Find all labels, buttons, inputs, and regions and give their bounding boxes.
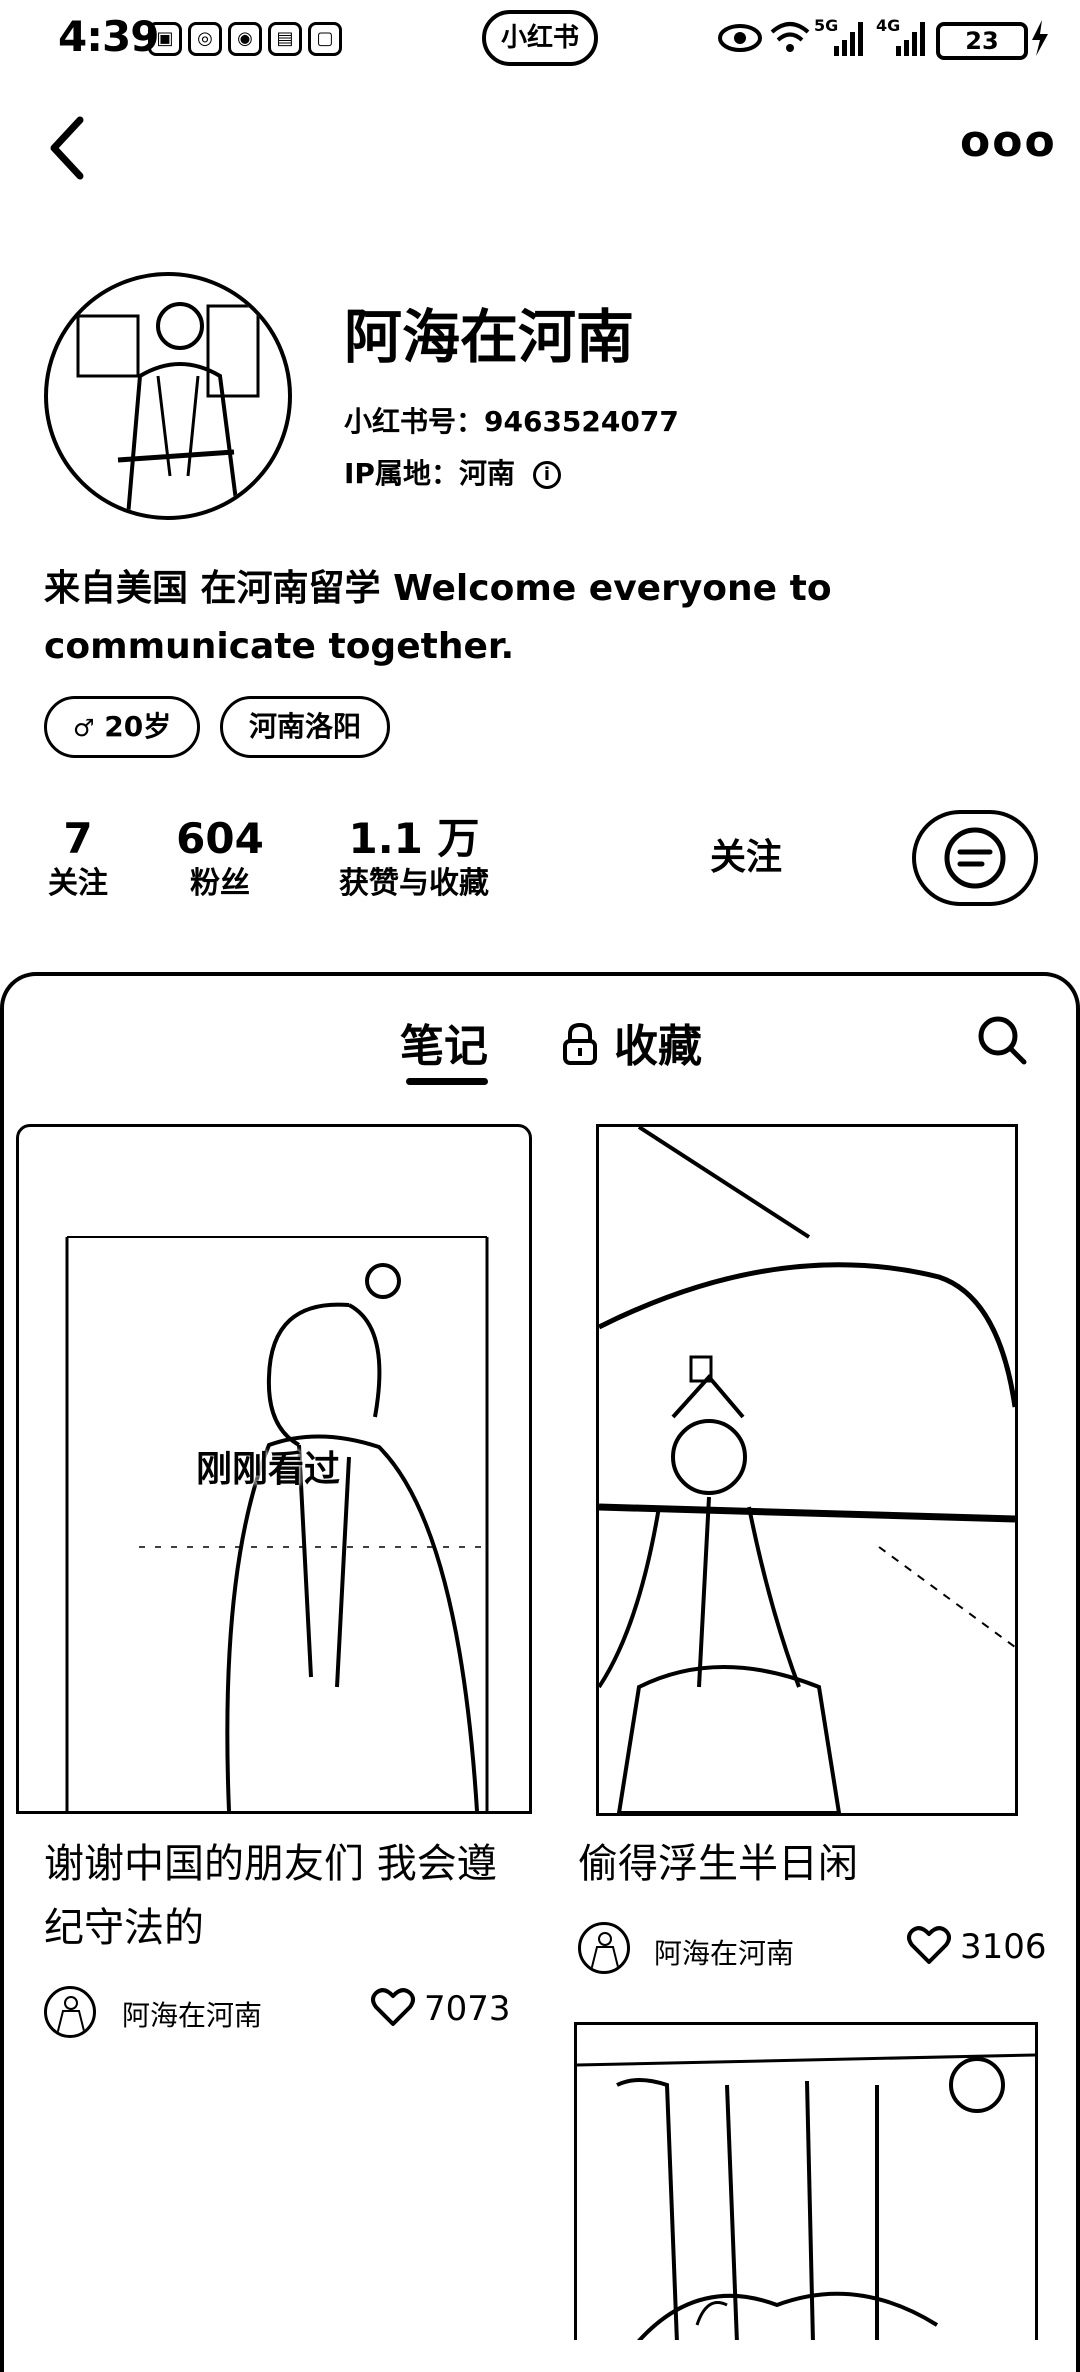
signal-icon xyxy=(832,18,868,62)
location-tag: 河南洛阳 xyxy=(220,696,391,758)
notification-icon: ▣ xyxy=(148,22,182,56)
back-button[interactable] xyxy=(40,108,100,188)
note-cover-image[interactable] xyxy=(596,1124,1018,1816)
ip-location: IP属地：河南 i xyxy=(344,452,561,492)
tab-active-indicator xyxy=(406,1078,488,1085)
stat-following[interactable]: 7 关注 xyxy=(34,814,122,904)
app-indicator: 小红书 xyxy=(482,10,598,66)
note-cover-image[interactable] xyxy=(574,2022,1038,2340)
note-title[interactable]: 偷得浮生半日闲 xyxy=(578,1832,1018,1896)
note-title[interactable]: 谢谢中国的朋友们 我会遵纪守法的 xyxy=(44,1832,504,1960)
battery-indicator: 23 xyxy=(936,22,1028,60)
wifi-icon xyxy=(768,16,812,64)
author-avatar[interactable] xyxy=(578,1922,630,1974)
more-options-button[interactable]: ooo xyxy=(960,120,1055,170)
stat-value: 604 xyxy=(176,814,264,863)
chat-icon xyxy=(944,827,1006,889)
notification-icon: ▢ xyxy=(308,22,342,56)
author-avatar[interactable] xyxy=(44,1986,96,2038)
gender-icon: ♂ xyxy=(73,714,95,742)
info-icon[interactable]: i xyxy=(532,461,561,489)
stat-label: 粉丝 xyxy=(190,866,250,901)
location-tag-label: 河南洛阳 xyxy=(249,710,362,743)
eye-icon xyxy=(716,18,764,62)
like-count[interactable]: 3106 xyxy=(906,1924,1047,1967)
stat-label: 关注 xyxy=(48,866,108,901)
stat-value: 1.1 万 xyxy=(348,814,480,863)
avatar[interactable] xyxy=(44,272,292,520)
author-name[interactable]: 阿海在河南 xyxy=(654,1932,794,1972)
author-name[interactable]: 阿海在河南 xyxy=(122,1994,262,2034)
message-button[interactable] xyxy=(912,810,1038,906)
age-tag: ♂ 20岁 xyxy=(44,696,201,758)
notification-icon: ◉ xyxy=(228,22,262,56)
tab-collections-label: 收藏 xyxy=(614,1021,702,1072)
profile-id: 小红书号：9463524077 xyxy=(344,405,679,438)
heart-icon xyxy=(907,1926,951,1964)
ip-location-text: IP属地：河南 xyxy=(344,457,515,490)
notification-icon: ◎ xyxy=(188,22,222,56)
follow-button[interactable]: 关注 xyxy=(656,818,836,898)
stat-followers[interactable]: 604 粉丝 xyxy=(170,814,270,904)
signal-icon xyxy=(894,18,930,62)
stat-label: 获赞与收藏 xyxy=(339,866,489,901)
tab-notes[interactable]: 笔记 xyxy=(400,1010,488,1074)
status-bar: 4:39 ▣ ◎ ◉ ▤ ▢ 小红书 5G 4G 23 xyxy=(0,0,1080,80)
stat-likes-collections[interactable]: 1.1 万 获赞与收藏 xyxy=(324,814,504,904)
like-count-value: 3106 xyxy=(960,1927,1047,1967)
age-tag-label: 20岁 xyxy=(104,710,172,743)
status-time: 4:39 xyxy=(58,12,159,61)
stat-value: 7 xyxy=(63,814,93,863)
profile-bio: 来自美国 在河南留学 Welcome everyone to communica… xyxy=(44,568,832,667)
heart-icon xyxy=(371,1988,415,2026)
search-icon xyxy=(978,1016,1027,1065)
tab-collections[interactable]: 收藏 xyxy=(560,1010,702,1074)
like-count-value: 7073 xyxy=(424,1989,511,2029)
charging-icon xyxy=(1030,18,1050,62)
lock-icon xyxy=(563,1022,597,1065)
like-count[interactable]: 7073 xyxy=(370,1986,511,2029)
notification-icon: ▤ xyxy=(268,22,302,56)
chevron-left-icon xyxy=(50,116,84,180)
recently-viewed-label: 刚刚看过 xyxy=(196,1449,341,1490)
profile-name: 阿海在河南 xyxy=(344,303,635,371)
search-button[interactable] xyxy=(976,1014,1028,1066)
